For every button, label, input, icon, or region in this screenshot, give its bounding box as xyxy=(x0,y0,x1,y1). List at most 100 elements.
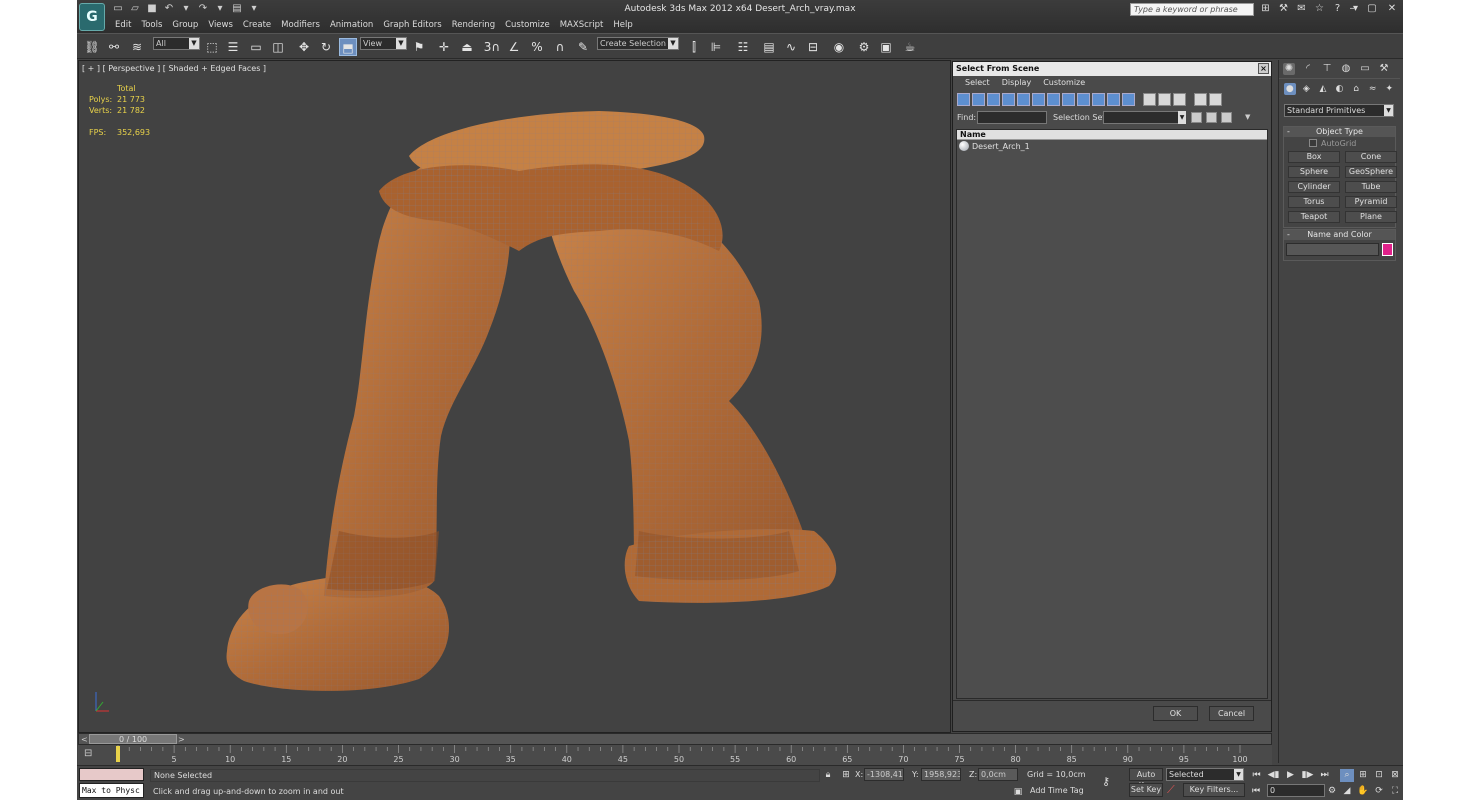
keyboard-shortcut-override-icon[interactable]: ⏏ xyxy=(458,38,476,56)
percent-snap-icon[interactable]: % xyxy=(528,38,546,56)
menu-rendering[interactable]: Rendering xyxy=(447,19,500,32)
lights-category-icon[interactable]: ◭ xyxy=(1317,83,1329,95)
box-button[interactable]: Box xyxy=(1288,151,1340,163)
set-key-button[interactable]: Set Key xyxy=(1129,783,1163,797)
help-search-input[interactable]: Type a keyword or phrase xyxy=(1130,3,1254,16)
z-coord-field[interactable]: 0,0cm xyxy=(978,768,1018,781)
menu-animation[interactable]: Animation xyxy=(325,19,378,32)
communication-icon[interactable]: ✉ xyxy=(1295,2,1308,15)
menu-group[interactable]: Group xyxy=(167,19,203,32)
display-xrefs-icon[interactable] xyxy=(1062,93,1075,106)
zoom-extents-icon[interactable]: ⊡ xyxy=(1372,769,1386,782)
set-key-filter-icon[interactable]: ⟋ xyxy=(1167,784,1179,796)
filter-icon[interactable] xyxy=(1194,93,1207,106)
display-shapes-icon[interactable] xyxy=(972,93,985,106)
motion-tab-icon[interactable]: ◍ xyxy=(1340,63,1352,75)
zoom-extents-all-icon[interactable]: ⊠ xyxy=(1388,769,1402,782)
display-groups-icon[interactable] xyxy=(1047,93,1060,106)
hierarchy-tab-icon[interactable]: ⊤ xyxy=(1321,63,1333,75)
select-and-link-icon[interactable]: ⛓ xyxy=(83,38,101,56)
selection-set-dropdown[interactable] xyxy=(1103,111,1185,124)
snaps-toggle-icon[interactable]: 3∩ xyxy=(483,38,501,56)
spinner-snap-icon[interactable]: ∩ xyxy=(551,38,569,56)
select-rotate-icon[interactable]: ↻ xyxy=(317,38,335,56)
default-key-icon[interactable]: ⚷ xyxy=(1102,775,1122,788)
geometry-category-icon[interactable]: ● xyxy=(1284,83,1296,95)
key-mode-toggle-icon[interactable]: ⏮ xyxy=(1250,785,1262,797)
shapes-category-icon[interactable]: ◈ xyxy=(1301,83,1313,95)
unlink-icon[interactable]: ⚯ xyxy=(105,38,123,56)
time-slider[interactable]: < 0 / 100 > xyxy=(78,733,1272,745)
select-scale-icon[interactable]: ⬒ xyxy=(339,38,357,56)
selection-filter-dropdown[interactable]: All ▼ xyxy=(153,37,200,50)
display-all-icon[interactable] xyxy=(1143,93,1156,106)
time-slider-prev-button[interactable]: < xyxy=(81,734,88,745)
maxscript-listener-input[interactable]: Max to Physc xyxy=(79,783,144,798)
dialog-menu-customize[interactable]: Customize xyxy=(1037,76,1091,90)
object-type-rollout-header[interactable]: - Object Type xyxy=(1284,127,1395,137)
cone-button[interactable]: Cone xyxy=(1345,151,1397,163)
time-tag-icon[interactable]: ▣ xyxy=(1012,786,1024,798)
object-category-dropdown[interactable]: Standard Primitives ▼ xyxy=(1284,104,1394,117)
render-setup-icon[interactable]: ⚙ xyxy=(855,38,873,56)
geosphere-button[interactable]: GeoSphere xyxy=(1345,166,1397,178)
dialog-title-bar[interactable]: Select From Scene × xyxy=(953,62,1271,76)
cylinder-button[interactable]: Cylinder xyxy=(1288,181,1340,193)
torus-button[interactable]: Torus xyxy=(1288,196,1340,208)
cancel-button[interactable]: Cancel xyxy=(1209,706,1254,721)
find-input[interactable] xyxy=(977,111,1047,124)
display-bones-icon[interactable] xyxy=(1077,93,1090,106)
render-production-icon[interactable]: ☕ xyxy=(901,38,919,56)
help-icon[interactable]: ? xyxy=(1331,2,1344,15)
remove-selection-set-icon[interactable] xyxy=(1206,112,1217,123)
perspective-viewport[interactable]: [ + ] [ Perspective ] [ Shaded + Edged F… xyxy=(78,60,951,733)
helpers-category-icon[interactable]: ⌂ xyxy=(1350,83,1362,95)
current-frame-field[interactable]: 0 xyxy=(1267,784,1325,797)
selection-lock-icon[interactable]: 🔒︎ xyxy=(822,769,834,781)
mini-curve-editor-icon[interactable]: ⊟ xyxy=(84,748,98,760)
select-by-name-icon[interactable]: ☰ xyxy=(224,38,242,56)
menu-edit[interactable]: Edit xyxy=(110,19,136,32)
display-tab-icon[interactable]: ▭ xyxy=(1359,63,1371,75)
named-selection-dropdown[interactable]: Create Selection Se ▼ xyxy=(597,37,679,50)
rectangular-selection-icon[interactable]: ▭ xyxy=(247,38,265,56)
layer-manager-icon[interactable]: ☷ xyxy=(734,38,752,56)
menu-tools[interactable]: Tools xyxy=(136,19,167,32)
auto-key-button[interactable]: Auto Key xyxy=(1129,768,1163,790)
maxscript-listener-output[interactable] xyxy=(79,768,144,781)
pan-view-icon[interactable]: ✋ xyxy=(1356,785,1370,798)
name-and-color-rollout-header[interactable]: - Name and Color xyxy=(1284,230,1395,240)
cameras-category-icon[interactable]: ◐ xyxy=(1334,83,1346,95)
favorites-icon[interactable]: ☆ xyxy=(1313,2,1326,15)
subscription-icon[interactable]: ⚒ xyxy=(1277,2,1290,15)
align-icon[interactable]: ⊫ xyxy=(707,38,725,56)
pivot-center-icon[interactable]: ⚑ xyxy=(410,38,428,56)
add-time-tag-button[interactable]: Add Time Tag xyxy=(1030,786,1084,795)
field-of-view-icon[interactable]: ◢ xyxy=(1340,785,1354,798)
utilities-tab-icon[interactable]: ⚒ xyxy=(1378,63,1390,75)
minimize-icon[interactable]: – xyxy=(1345,2,1359,15)
tube-button[interactable]: Tube xyxy=(1345,181,1397,193)
display-containers-icon[interactable] xyxy=(1092,93,1105,106)
key-filters-button[interactable]: Key Filters... xyxy=(1183,783,1245,797)
go-to-end-icon[interactable]: ⏭ xyxy=(1318,769,1331,781)
display-geometry-icon[interactable] xyxy=(957,93,970,106)
zoom-icon[interactable]: ⌕ xyxy=(1340,769,1354,782)
x-coord-field[interactable]: -1308,414 xyxy=(864,768,904,781)
object-name-field[interactable] xyxy=(1286,243,1380,256)
display-frozen-icon[interactable] xyxy=(1107,93,1120,106)
spacewarps-category-icon[interactable]: ≈ xyxy=(1367,83,1379,95)
collapse-arrow-icon[interactable]: ▼ xyxy=(1245,113,1250,121)
teapot-button[interactable]: Teapot xyxy=(1288,211,1340,223)
add-to-selection-set-icon[interactable] xyxy=(1221,112,1232,123)
systems-category-icon[interactable]: ✦ xyxy=(1383,83,1395,95)
previous-frame-icon[interactable]: ◀▮ xyxy=(1267,769,1280,781)
track-bar[interactable]: ⊟ 5 10 15 20 25 30 35 40 45 50 55 60 65 70 75 80 85 90 95 1… xyxy=(78,745,1272,765)
modify-tab-icon[interactable]: ◜ xyxy=(1302,63,1314,75)
zoom-all-icon[interactable]: ⊞ xyxy=(1356,769,1370,782)
reference-coordinate-dropdown[interactable]: View ▼ xyxy=(360,37,407,50)
menu-customize[interactable]: Customize xyxy=(500,19,555,32)
binoculars-icon[interactable]: ⊞ xyxy=(1259,2,1272,15)
filter-options-icon[interactable] xyxy=(1209,93,1222,106)
chevron-down-icon[interactable]: ▼ xyxy=(1178,111,1186,124)
